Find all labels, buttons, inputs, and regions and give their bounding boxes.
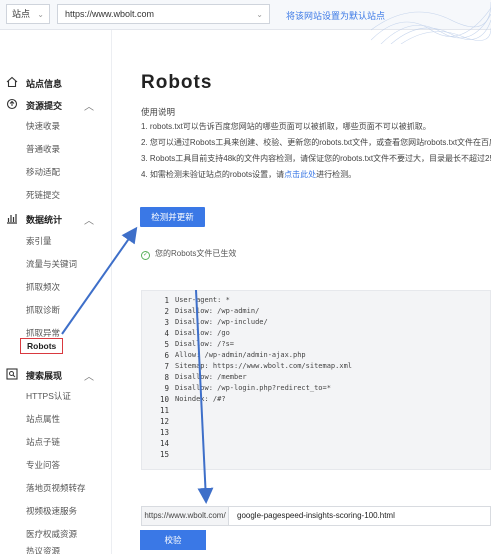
code-line: Disallow: /?s= xyxy=(175,340,235,348)
sidebar-item[interactable]: 热议资源 xyxy=(26,545,60,554)
line-number: 9 xyxy=(164,384,169,393)
check-path-input[interactable]: google-pagespeed-insights-scoring-100.ht… xyxy=(229,506,491,526)
usage-guide-title: 使用说明 xyxy=(141,107,176,117)
line-number: 12 xyxy=(159,417,169,426)
home-icon xyxy=(6,76,18,88)
sidebar: 站点信息 资源提交 ︿ 快速收录 普通收录 移动适配 死链提交 数据统计 ︿ 索… xyxy=(0,30,112,554)
sidebar-section-label: 资源提交 xyxy=(26,101,63,111)
check-here-link[interactable]: 点击此处 xyxy=(284,170,316,179)
chevron-up-icon: ︿ xyxy=(84,216,94,227)
sidebar-item[interactable]: 抓取诊断 xyxy=(26,304,60,316)
robots-code-editor[interactable]: 1 2 3 4 5 6 7 8 9 10 11 12 13 14 15 User… xyxy=(141,290,491,470)
usage-guide-line: 2. 您可以通过Robots工具来创建、校验、更新您的robots.txt文件，… xyxy=(141,138,491,147)
sidebar-item[interactable]: 视频极速服务 xyxy=(26,505,77,517)
sidebar-item[interactable]: 死链提交 xyxy=(26,189,60,201)
robots-status-text: 您的Robots文件已生效 xyxy=(155,249,237,258)
site-url-value: https://www.wbolt.com xyxy=(65,9,155,19)
line-number: 13 xyxy=(159,428,169,437)
sidebar-item[interactable]: 专业问答 xyxy=(26,459,60,471)
code-line: Sitemap: https://www.wbolt.com/sitemap.x… xyxy=(175,362,353,370)
verify-button[interactable]: 校验 xyxy=(140,530,206,550)
code-line: Disallow: /wp-admin/ xyxy=(175,307,260,315)
line-number: 14 xyxy=(159,439,169,448)
sidebar-item[interactable]: 医疗权威资源 xyxy=(26,528,77,540)
sidebar-item[interactable]: 抓取频次 xyxy=(26,281,60,293)
sidebar-section-site-info[interactable]: 站点信息 xyxy=(0,74,112,92)
chevron-up-icon: ︿ xyxy=(84,102,94,113)
code-line: Disallow: /wp-include/ xyxy=(175,318,268,326)
usage-guide-text: 进行检测。 xyxy=(316,170,357,179)
sidebar-section-label: 搜索展现 xyxy=(26,371,63,381)
line-number: 15 xyxy=(159,450,169,459)
chart-icon xyxy=(7,214,17,224)
sidebar-item[interactable]: 索引量 xyxy=(26,235,52,247)
site-select-label: 站点 xyxy=(12,9,31,19)
chevron-down-icon: ⌄ xyxy=(37,10,44,19)
check-and-update-button[interactable]: 检测并更新 xyxy=(140,207,205,227)
line-number: 4 xyxy=(164,329,169,338)
line-number: 2 xyxy=(164,307,169,316)
line-number: 6 xyxy=(164,351,169,360)
main-content: Robots 使用说明 1. robots.txt可以告诉百度您网站的哪些页面可… xyxy=(113,30,491,554)
check-url-prefix: https://www.wbolt.com/ xyxy=(141,506,229,526)
chevron-down-icon: ⌄ xyxy=(256,10,263,19)
code-line: Disallow: /wp-login.php?redirect_to=* xyxy=(175,384,331,392)
usage-guide-line: 1. robots.txt可以告诉百度您网站的哪些页面可以被抓取，哪些页面不可以… xyxy=(141,122,431,131)
usage-guide-line: 4. 如需检测未验证站点的robots设置，请点击此处进行检测。 xyxy=(141,169,356,180)
sidebar-section-search-display[interactable]: 搜索展现 ︿ xyxy=(0,366,112,384)
site-url-select[interactable]: https://www.wbolt.com ⌄ xyxy=(57,4,270,24)
sidebar-section-submit[interactable]: 资源提交 ︿ xyxy=(0,96,112,114)
sidebar-item[interactable]: 普通收录 xyxy=(26,143,60,155)
line-number: 1 xyxy=(164,296,169,305)
site-select[interactable]: 站点 ⌄ xyxy=(6,4,50,24)
sidebar-item[interactable]: 快速收录 xyxy=(26,120,60,132)
code-line: User-agent: * xyxy=(175,296,230,304)
sidebar-item[interactable]: 站点子链 xyxy=(26,436,60,448)
usage-guide-line: 3. Robots工具目前支持48k的文件内容检测，请保证您的robots.tx… xyxy=(141,154,491,163)
code-line: Disallow: /member xyxy=(175,373,247,381)
code-line: Disallow: /go xyxy=(175,329,230,337)
check-circle-icon: ✓ xyxy=(141,251,150,260)
sidebar-section-label: 数据统计 xyxy=(26,215,63,225)
sidebar-item[interactable]: 移动适配 xyxy=(26,166,60,178)
line-number: 10 xyxy=(159,395,169,404)
sidebar-item[interactable]: 落地页视频转存 xyxy=(26,482,86,494)
line-number: 7 xyxy=(164,362,169,371)
usage-guide-text: 4. 如需检测未验证站点的robots设置，请 xyxy=(141,170,285,179)
robots-status: ✓ 您的Robots文件已生效 xyxy=(141,248,236,260)
sidebar-item[interactable]: 站点属性 xyxy=(26,413,60,425)
line-number: 8 xyxy=(164,373,169,382)
submit-icon xyxy=(6,98,18,110)
line-number: 3 xyxy=(164,318,169,327)
code-line: Noindex: /#? xyxy=(175,395,226,403)
chevron-up-icon: ︿ xyxy=(84,372,94,383)
baidu-webmaster-robots-page: 站点 ⌄ https://www.wbolt.com ⌄ 将该网站设置为默认站点… xyxy=(0,0,491,554)
page-title: Robots xyxy=(141,72,213,93)
line-number: 5 xyxy=(164,340,169,349)
line-number: 11 xyxy=(159,406,169,415)
sidebar-section-label: 站点信息 xyxy=(26,79,63,89)
code-line: Allow: /wp-admin/admin-ajax.php xyxy=(175,351,306,359)
sidebar-item[interactable]: 流量与关键词 xyxy=(26,258,77,270)
sidebar-item-robots[interactable]: Robots xyxy=(20,338,64,354)
sidebar-section-statistics[interactable]: 数据统计 ︿ xyxy=(0,210,112,228)
search-display-icon xyxy=(6,368,18,380)
sidebar-item[interactable]: HTTPS认证 xyxy=(26,390,71,402)
line-number-gutter: 1 2 3 4 5 6 7 8 9 10 11 12 13 14 15 xyxy=(142,291,172,471)
